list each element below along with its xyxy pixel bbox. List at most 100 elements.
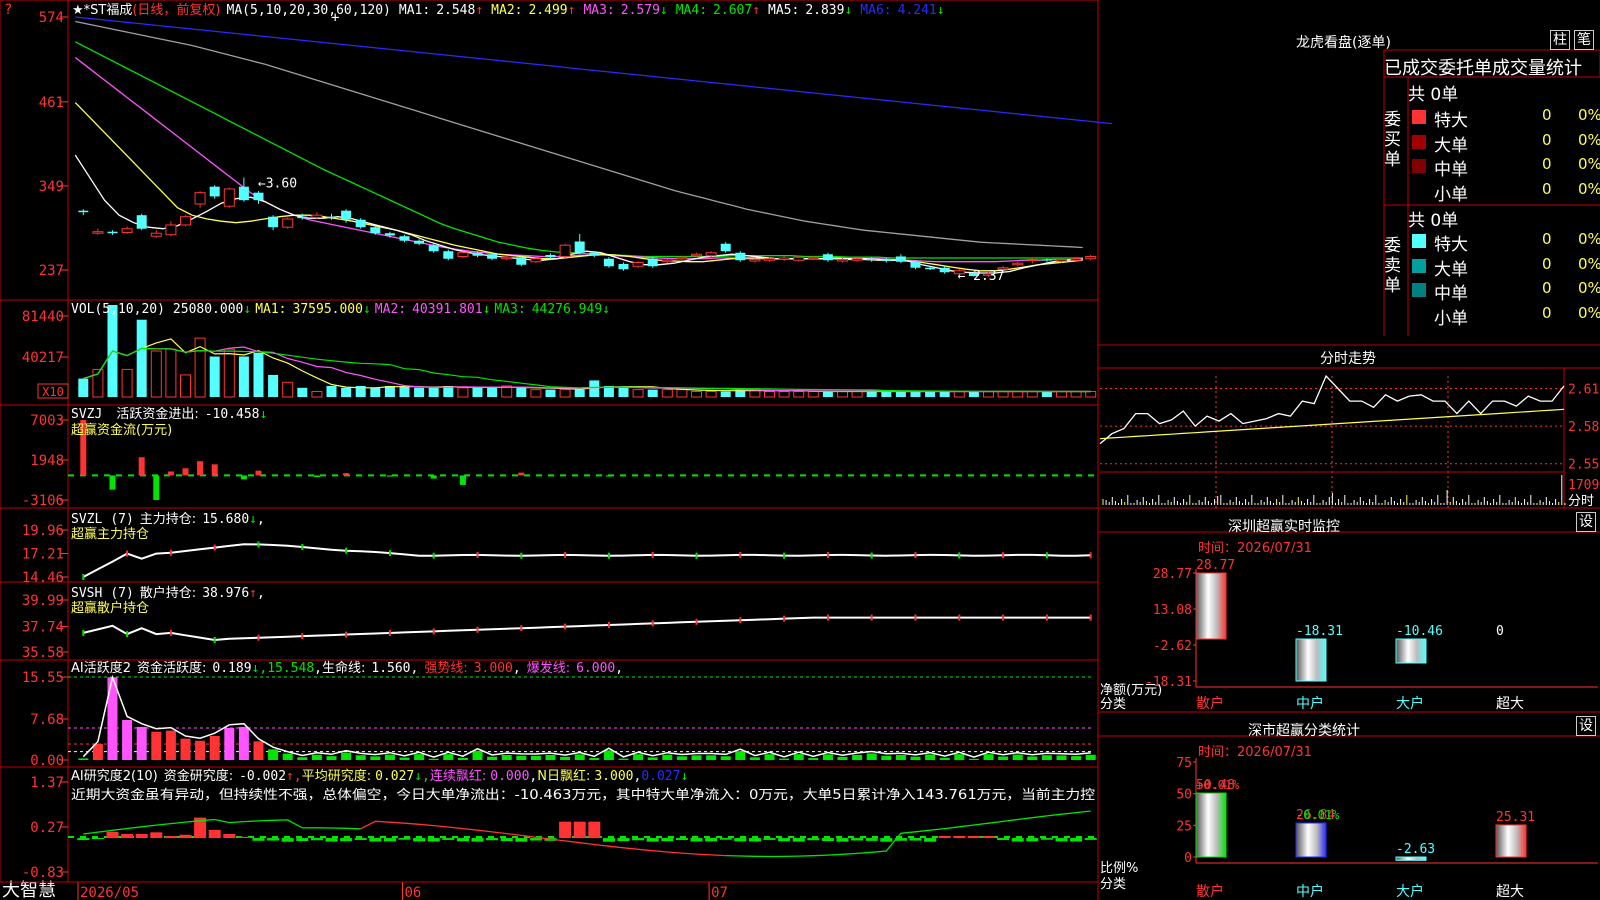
ai1-bar: [691, 755, 702, 760]
sz-monitor-title: 深圳超赢实时监控: [1228, 519, 1340, 535]
ai1-bar: [837, 756, 848, 760]
price-tick-label: 237: [39, 263, 64, 279]
ai2-bar: [588, 821, 601, 839]
ai2-bar: [486, 838, 499, 841]
ma-title: MA(5,10,20,30,60,120): [227, 3, 391, 18]
class-settings-button[interactable]: 设: [1576, 716, 1596, 736]
ai1-bar: [968, 758, 979, 760]
ai2-bar: [442, 838, 455, 840]
volume-bar: [661, 389, 673, 398]
x-axis-label: 2026/05: [80, 885, 139, 900]
right-panel: 龙虎看盘(逐单) 柱 笔 已成交委托单成交量统计 委买单 共 0单 委卖单 共 …: [1098, 0, 1600, 900]
volume-bar: [487, 387, 498, 397]
volume-bar: [691, 390, 702, 398]
sell-size-pct: 0%: [1578, 230, 1600, 248]
ai1-bar: [764, 754, 775, 760]
ai2-bar: [1026, 838, 1039, 842]
sell-size-count: 0: [1542, 303, 1552, 322]
candle-body: [807, 256, 819, 260]
ai2-bar: [792, 838, 805, 842]
ai1-bar: [180, 738, 191, 760]
buy-size-count: 0: [1542, 155, 1552, 174]
svzj-value: -10.458: [205, 407, 260, 422]
ai1-bar: [487, 756, 498, 760]
ai1-bar: [1027, 756, 1038, 760]
buy-size-swatch: [1412, 183, 1426, 198]
volume-bar: [370, 387, 381, 397]
ai1-bar: [195, 740, 206, 760]
candle-body: [326, 216, 337, 219]
candle-body: [297, 216, 308, 219]
ai1-tick-label: 0.00: [30, 753, 64, 769]
candle-body: [822, 254, 833, 261]
svsh-period: (7): [110, 586, 133, 601]
ai1-bar: [881, 755, 892, 760]
ai1-bar: [122, 719, 133, 760]
bar-mode-button[interactable]: 柱: [1550, 30, 1570, 50]
tick-mode-button[interactable]: 笔: [1574, 30, 1594, 50]
ai2-bar: [982, 836, 995, 839]
svzj-bar: [109, 475, 116, 490]
volume-bar: [807, 390, 819, 398]
ai1-bar: [516, 755, 527, 760]
volume-bar: [1085, 390, 1097, 398]
ai2-bar: [281, 838, 294, 842]
vol-ma-value: 37595.000: [293, 302, 363, 317]
intraday-title: 分时走势: [1320, 351, 1376, 367]
candle-body: [443, 251, 454, 259]
ai2-bar: [865, 838, 878, 841]
ai1-bar: [1012, 754, 1023, 760]
vol-ma-label: MA2:: [375, 302, 406, 317]
ai1-bar: [603, 750, 614, 760]
ai1-bar: [939, 757, 950, 760]
candle-body: [559, 244, 571, 257]
volume-bar: [910, 391, 921, 397]
svzj-bar: [167, 471, 174, 476]
vol-ma-value: 40391.801: [412, 302, 482, 317]
ai1-bar: [647, 757, 658, 760]
volume-bar: [851, 390, 863, 398]
ma-legend-value: 2.548: [436, 3, 475, 18]
svzj-label: 活跃资金进出:: [116, 406, 198, 422]
x-axis-label: 07: [711, 885, 728, 900]
vol-tick-label: 40217: [22, 350, 64, 366]
candle-body: [647, 258, 658, 267]
ma-legend-label: MA2:: [491, 3, 522, 18]
ai2-sep: ↑,: [286, 769, 302, 784]
volume-bar: [472, 387, 483, 397]
ai2-sep2: ↓,: [414, 769, 430, 784]
buy-size-pct: 0%: [1578, 155, 1600, 174]
ai1-bar: [545, 754, 556, 760]
sz-settings-button[interactable]: 设: [1576, 512, 1596, 532]
volume-bar: [238, 356, 249, 397]
ai1-bar: [384, 754, 395, 760]
candle-body: [78, 210, 89, 213]
candle-body: [487, 254, 498, 259]
volume-bar: [253, 352, 264, 397]
ai2-bar: [135, 833, 148, 839]
help-icon: ?: [4, 2, 12, 18]
ai1-bar: [954, 754, 965, 760]
ai2-bar: [310, 838, 323, 841]
chart-mode: (日线，前复权): [132, 2, 220, 18]
candle-body: [341, 210, 352, 220]
svzj-bar: [153, 475, 160, 500]
ai1-bar: [253, 741, 264, 760]
ma-legend-value: 4.241: [898, 3, 937, 18]
svsh-value: 38.976: [202, 586, 249, 601]
ai1-bar: [165, 730, 176, 760]
ai2-bar: [252, 838, 265, 841]
candle-body: [661, 259, 673, 263]
ai2-bar: [237, 836, 250, 839]
ai2-bar: [573, 821, 586, 839]
candle-body: [1026, 258, 1038, 261]
ai1-bar: [530, 755, 541, 760]
candle-body: [778, 257, 790, 260]
ai1-bar: [998, 756, 1009, 760]
ai2-bar: [150, 832, 163, 839]
ai1-bar: [136, 726, 147, 760]
svzj-bar: [211, 464, 218, 476]
volume-bar: [223, 348, 235, 398]
volume-bar: [545, 389, 556, 397]
ma-line-ma5: [75, 20, 1083, 249]
